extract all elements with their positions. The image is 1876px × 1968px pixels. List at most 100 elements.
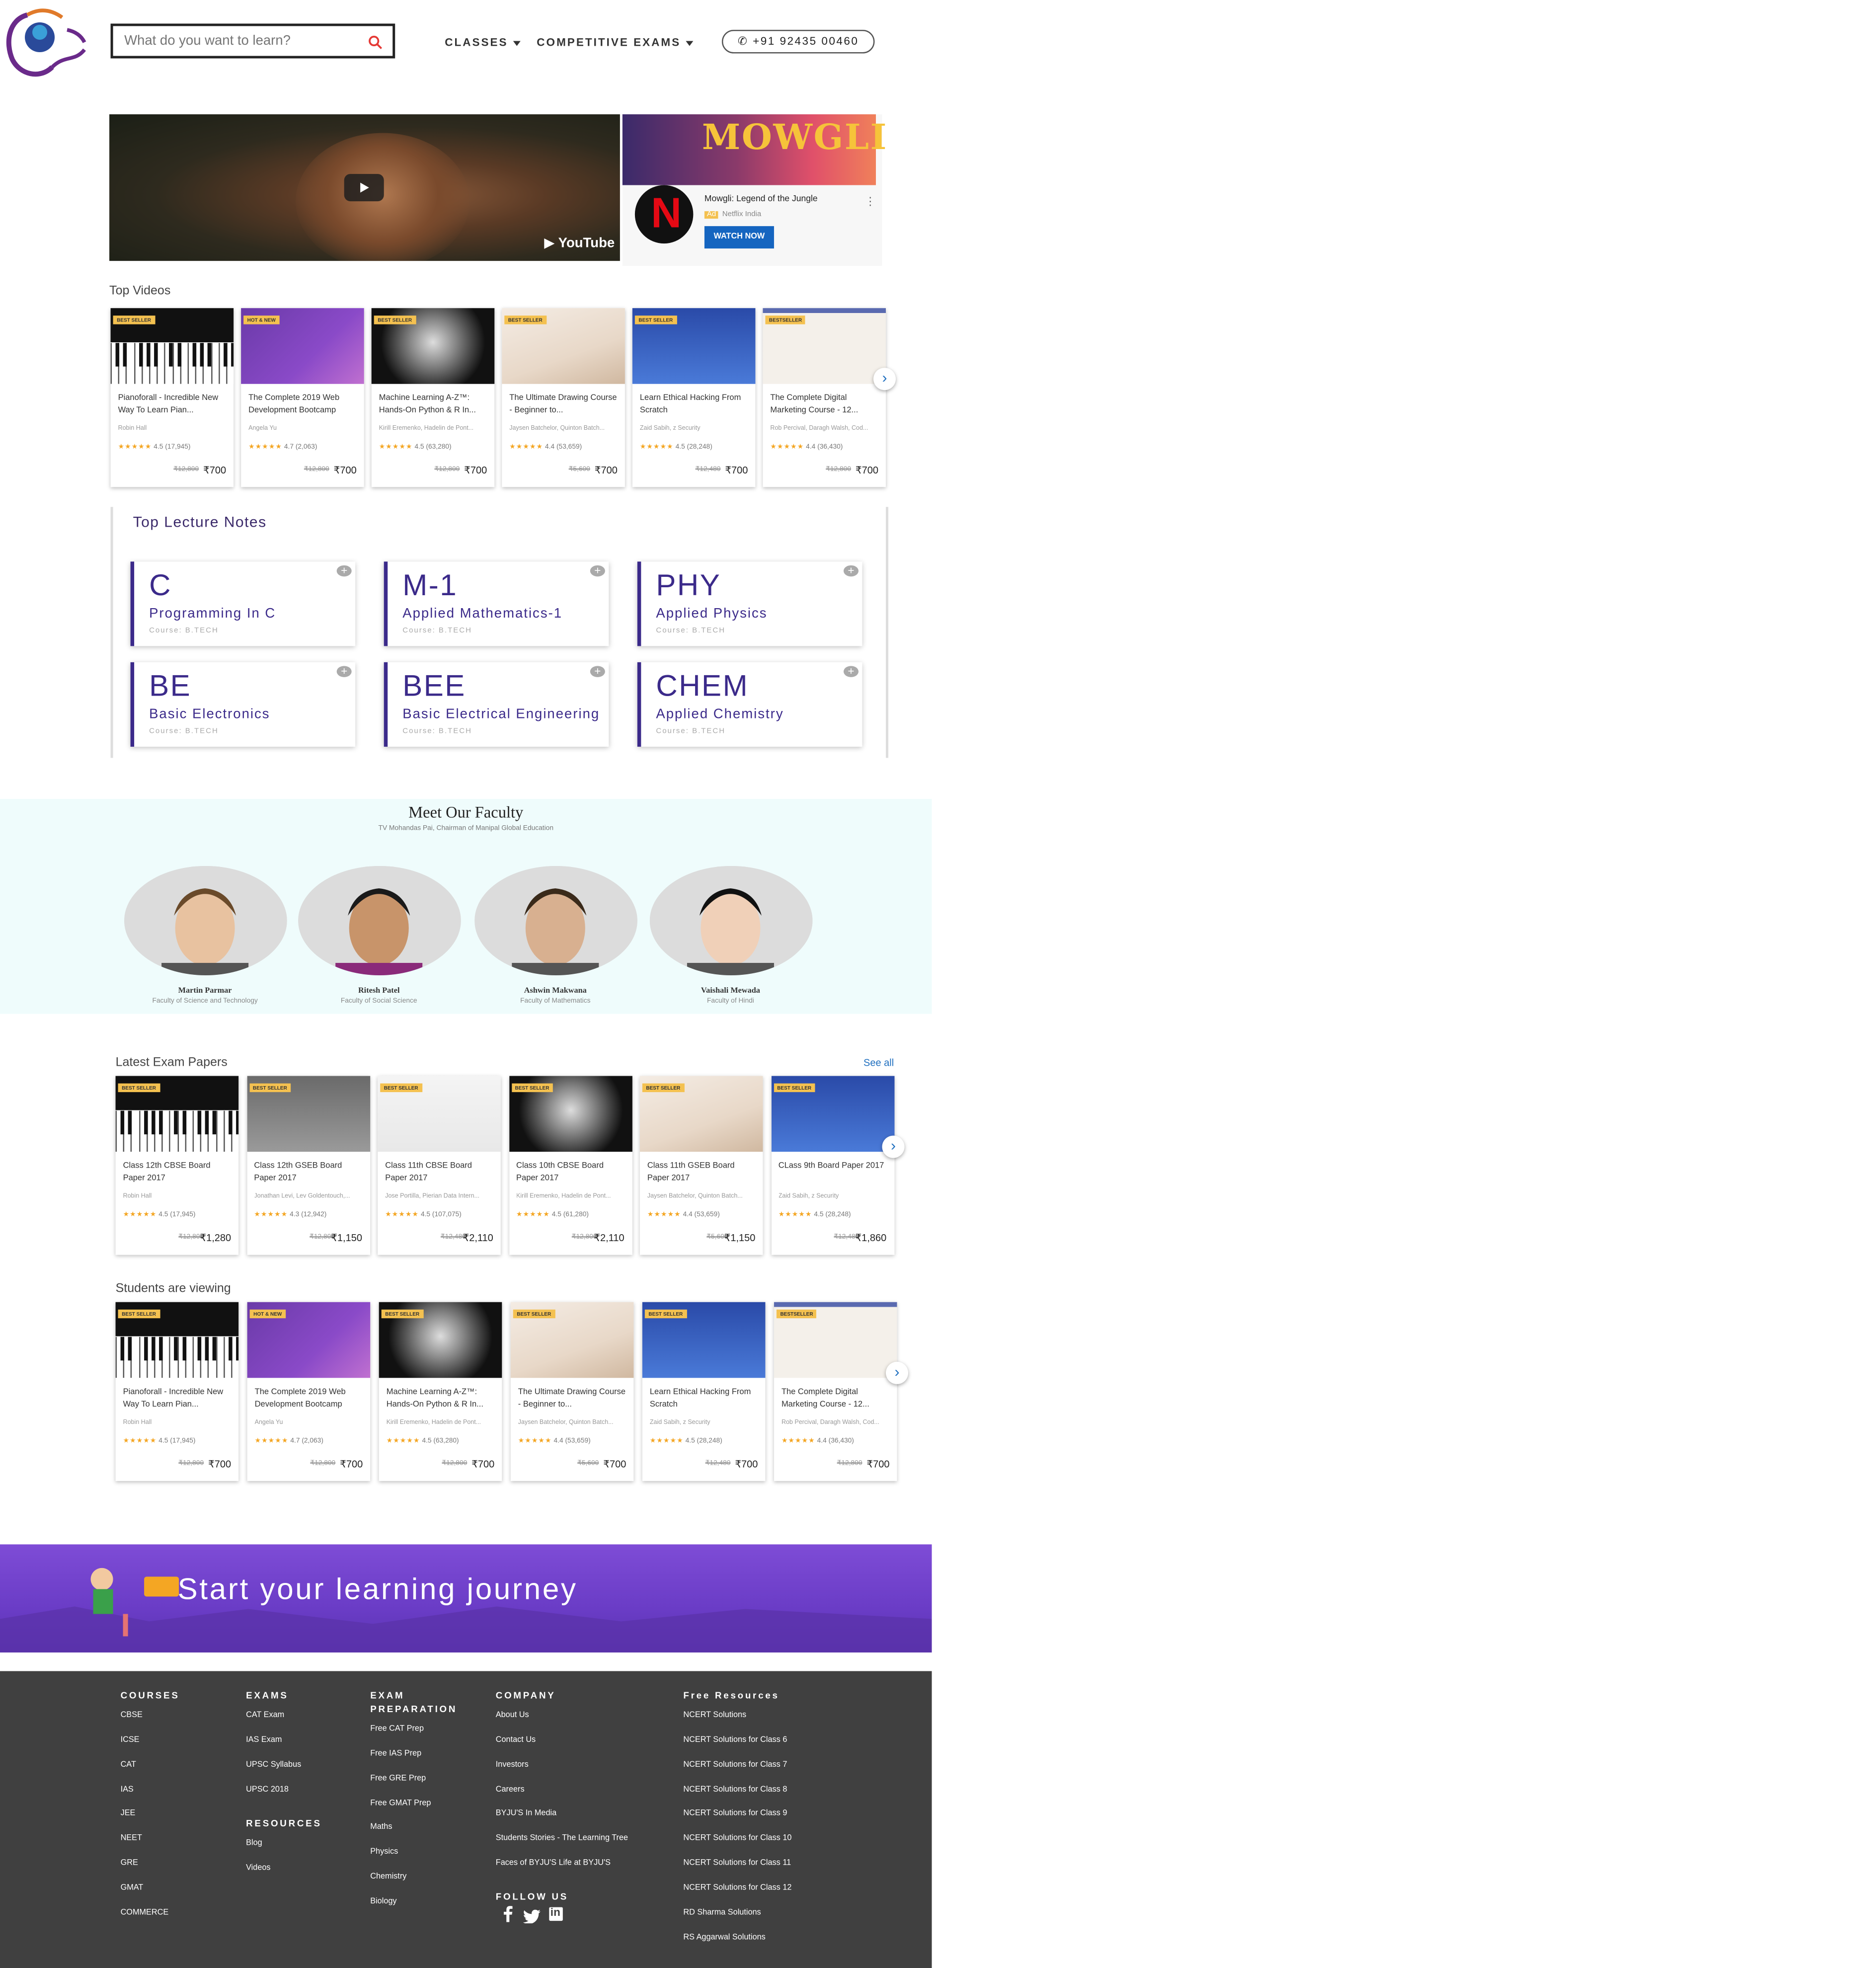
footer-link[interactable]: IAS <box>121 1785 134 1794</box>
course-title[interactable]: Class 11th CBSE Board Paper 2017 <box>385 1161 494 1185</box>
footer-link[interactable]: NCERT Solutions for Class 11 <box>683 1859 791 1868</box>
course-title[interactable]: The Ultimate Drawing Course - Beginner t… <box>518 1387 627 1412</box>
footer-link[interactable]: ICSE <box>121 1735 140 1744</box>
footer-link[interactable]: Free GMAT Prep <box>370 1799 431 1808</box>
faculty-photo[interactable] <box>298 866 461 976</box>
footer-link[interactable]: Investors <box>496 1760 529 1769</box>
course-title[interactable]: Class 12th GSEB Board Paper 2017 <box>254 1161 363 1185</box>
footer-link[interactable]: RD Sharma Solutions <box>683 1908 761 1917</box>
footer-link[interactable]: NCERT Solutions for Class 7 <box>683 1760 787 1769</box>
nav-classes[interactable]: CLASSES <box>445 36 521 49</box>
course-card[interactable]: BEST SELLER Learn Ethical Hacking From Sc… <box>642 1302 766 1481</box>
footer-link[interactable]: JEE <box>121 1810 136 1818</box>
netflix-logo[interactable]: N <box>634 185 694 244</box>
top-videos-next-button[interactable]: › <box>873 368 896 391</box>
lecture-note-card[interactable]: BE Basic Electronics Course: B.TECH + <box>130 662 356 747</box>
faculty-photo[interactable] <box>474 866 637 976</box>
youtube-logo[interactable]: ▶ YouTube <box>544 235 615 251</box>
course-title[interactable]: The Ultimate Drawing Course - Beginner t… <box>509 393 619 417</box>
faculty-photo[interactable] <box>649 866 813 976</box>
course-card[interactable]: BEST SELLER The Ultimate Drawing Course -… <box>510 1302 634 1481</box>
nav-competitive-exams[interactable]: COMPETITIVE EXAMS <box>537 36 694 49</box>
exam-papers-next-button[interactable]: › <box>882 1135 905 1158</box>
footer-link[interactable]: Free IAS Prep <box>370 1749 421 1758</box>
footer-link[interactable]: NCERT Solutions for Class 9 <box>683 1810 787 1818</box>
search-input[interactable] <box>124 33 361 49</box>
course-title[interactable]: Pianoforall - Incredible New Way To Lear… <box>118 393 228 417</box>
footer-link[interactable]: CBSE <box>121 1711 143 1720</box>
footer-link[interactable]: NCERT Solutions for Class 6 <box>683 1735 787 1744</box>
footer-link[interactable]: NCERT Solutions for Class 10 <box>683 1834 791 1843</box>
linkedin-icon[interactable]: in <box>549 1906 563 1921</box>
footer-link[interactable]: GMAT <box>121 1884 144 1892</box>
footer-link[interactable]: Blog <box>246 1839 262 1848</box>
more-options-icon[interactable]: ⋮ <box>864 195 876 209</box>
course-title[interactable]: Class 12th CBSE Board Paper 2017 <box>123 1161 233 1185</box>
watch-later-button[interactable]: ◷ Watch later <box>527 9 567 31</box>
lecture-note-card[interactable]: C Programming In C Course: B.TECH + <box>130 561 356 646</box>
faculty-photo[interactable] <box>124 866 287 976</box>
course-card[interactable]: HOT & NEW The Complete 2019 Web Developme… <box>247 1302 371 1481</box>
add-icon[interactable]: + <box>843 665 859 677</box>
footer-link[interactable]: RS Aggarwal Solutions <box>683 1933 765 1942</box>
course-title[interactable]: Machine Learning A-Z™: Hands-On Python &… <box>379 393 488 417</box>
footer-link[interactable]: BYJU'S In Media <box>496 1810 556 1818</box>
footer-link[interactable]: Students Stories - The Learning Tree <box>496 1834 628 1843</box>
add-icon[interactable]: + <box>590 565 605 577</box>
footer-link[interactable]: IAS Exam <box>246 1735 282 1744</box>
footer-link[interactable]: CAT <box>121 1760 136 1769</box>
course-card[interactable]: BEST SELLER Learn Ethical Hacking From Sc… <box>632 308 756 487</box>
course-title[interactable]: Pianoforall - Incredible New Way To Lear… <box>123 1387 233 1412</box>
course-title[interactable]: Class 11th GSEB Board Paper 2017 <box>647 1161 757 1185</box>
phone-button[interactable]: ✆ +91 92435 00460 <box>721 30 875 54</box>
footer-link[interactable]: Biology <box>370 1897 396 1906</box>
footer-link[interactable]: About Us <box>496 1711 529 1720</box>
footer-link[interactable]: NCERT Solutions for Class 12 <box>683 1884 791 1892</box>
add-icon[interactable]: + <box>336 565 352 577</box>
site-logo[interactable] <box>2 5 92 79</box>
course-title[interactable]: The Complete 2019 Web Development Bootca… <box>248 393 358 417</box>
footer-link[interactable]: NEET <box>121 1834 142 1843</box>
course-card[interactable]: BESTSELLER The Complete Digital Marketing… <box>763 308 886 487</box>
footer-link[interactable]: NCERT Solutions for Class 8 <box>683 1785 787 1794</box>
footer-link[interactable]: Videos <box>246 1864 270 1873</box>
course-title[interactable]: Learn Ethical Hacking From Scratch <box>650 1387 759 1412</box>
footer-link[interactable]: NCERT Solutions <box>683 1711 746 1720</box>
course-card[interactable]: BEST SELLER Class 12th CBSE Board Paper 2… <box>115 1076 239 1255</box>
course-title[interactable]: The Complete Digital Marketing Course - … <box>770 393 879 417</box>
course-title[interactable]: Learn Ethical Hacking From Scratch <box>640 393 749 417</box>
course-card[interactable]: BEST SELLER Class 11th CBSE Board Paper 2… <box>378 1076 501 1255</box>
footer-link[interactable]: GRE <box>121 1859 138 1868</box>
footer-link[interactable]: Careers <box>496 1785 525 1794</box>
course-title[interactable]: The Complete 2019 Web Development Bootca… <box>255 1387 364 1412</box>
footer-link[interactable]: Maths <box>370 1823 392 1832</box>
footer-link[interactable]: UPSC 2018 <box>246 1785 289 1794</box>
course-title[interactable]: Machine Learning A-Z™: Hands-On Python &… <box>387 1387 496 1412</box>
play-button[interactable] <box>344 174 384 202</box>
share-button[interactable]: ➦ Share <box>584 9 605 31</box>
course-card[interactable]: BEST SELLER Pianoforall - Incredible New … <box>110 308 234 487</box>
lecture-note-card[interactable]: BEE Basic Electrical Engineering Course: B… <box>384 662 609 747</box>
course-card[interactable]: HOT & NEW The Complete 2019 Web Developme… <box>241 308 364 487</box>
footer-link[interactable]: Faces of BYJU'S Life at BYJU'S <box>496 1859 611 1868</box>
footer-link[interactable]: Contact Us <box>496 1735 536 1744</box>
footer-link[interactable]: UPSC Syllabus <box>246 1760 301 1769</box>
course-card[interactable]: BEST SELLER Machine Learning A-Z™: Hands-… <box>379 1302 502 1481</box>
search-box[interactable] <box>110 23 395 59</box>
facebook-icon[interactable] <box>502 1906 513 1928</box>
course-card[interactable]: BEST SELLER CLass 9th Board Paper 2017 Zai… <box>771 1076 894 1255</box>
add-icon[interactable]: + <box>843 565 859 577</box>
add-icon[interactable]: + <box>590 665 605 677</box>
lecture-note-card[interactable]: M-1 Applied Mathematics-1 Course: B.TECH + <box>384 561 609 646</box>
course-title[interactable]: The Complete Digital Marketing Course - … <box>782 1387 891 1412</box>
footer-link[interactable]: Physics <box>370 1848 398 1857</box>
course-card[interactable]: BEST SELLER Class 12th GSEB Board Paper 2… <box>246 1076 370 1255</box>
course-card[interactable]: BESTSELLER The Complete Digital Marketing… <box>774 1302 897 1481</box>
footer-link[interactable]: Free GRE Prep <box>370 1774 426 1783</box>
footer-link[interactable]: COMMERCE <box>121 1908 169 1917</box>
add-icon[interactable]: + <box>336 665 352 677</box>
course-card[interactable]: BEST SELLER Machine Learning A-Z™: Hands-… <box>371 308 495 487</box>
course-card[interactable]: BEST SELLER The Ultimate Drawing Course -… <box>502 308 625 487</box>
course-card[interactable]: BEST SELLER Class 10th CBSE Board Paper 2… <box>509 1076 632 1255</box>
course-title[interactable]: Class 10th CBSE Board Paper 2017 <box>516 1161 625 1185</box>
